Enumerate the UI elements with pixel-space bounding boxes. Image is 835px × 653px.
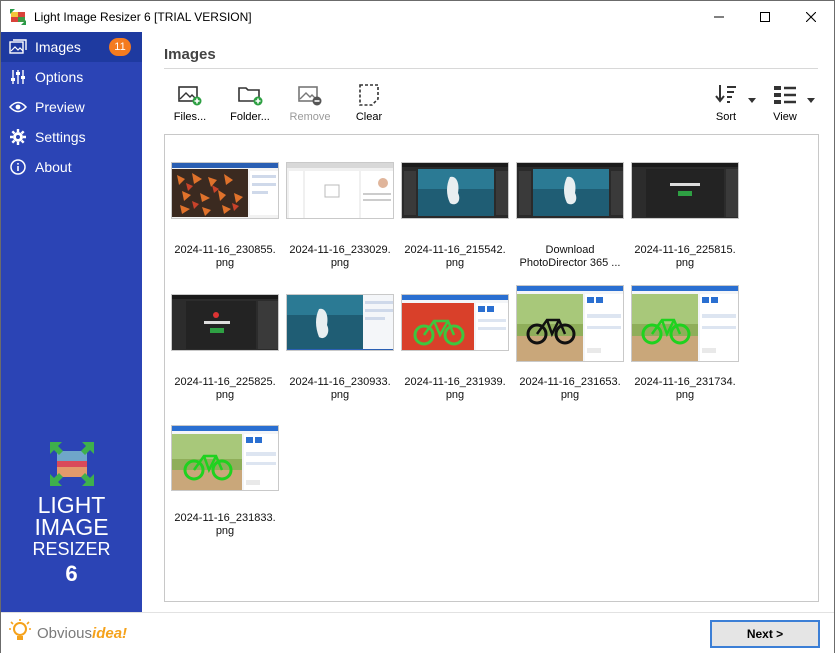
lightbulb-icon — [9, 618, 31, 648]
remove-image-icon — [297, 82, 323, 108]
image-caption: 2024-11-16_231734. png — [634, 376, 736, 401]
sidebar-item-options[interactable]: Options — [1, 62, 142, 92]
logo-line-light: LIGHT — [37, 492, 106, 518]
title-divider — [164, 68, 818, 69]
sidebar-item-preview[interactable]: Preview — [1, 92, 142, 122]
minimize-button[interactable] — [696, 1, 742, 32]
thumbnail-dark-page — [631, 162, 739, 219]
image-caption: 2024-11-16_225825. png — [174, 376, 276, 401]
sliders-icon — [9, 68, 27, 86]
image-caption: 2024-11-16_225815. png — [634, 244, 736, 269]
sidebar-item-label: Preview — [35, 99, 85, 115]
add-image-icon — [177, 82, 203, 108]
image-tile[interactable]: 2024-11-16_230933. png — [286, 294, 396, 414]
view-label: View — [773, 111, 797, 123]
image-tile[interactable]: 2024-11-16_233029. png — [286, 162, 396, 282]
brand-bar[interactable]: Obviousidea! — [1, 612, 142, 653]
thumbnail-dark-page — [171, 294, 279, 351]
logo-line-version: 6 — [65, 561, 78, 586]
close-button[interactable] — [788, 1, 834, 32]
eye-icon — [9, 98, 27, 116]
maximize-button[interactable] — [742, 1, 788, 32]
add-files-button[interactable]: Files... — [172, 82, 208, 124]
image-caption: 2024-11-16_231653. png — [519, 376, 621, 401]
image-caption: Download PhotoDirector 365 ... — [519, 244, 621, 269]
sort-label: Sort — [715, 111, 737, 123]
sort-icon — [713, 82, 739, 108]
thumbnail-bike-red — [401, 294, 509, 351]
page-title: Images — [164, 46, 216, 63]
view-dropdown-arrow-icon[interactable] — [807, 98, 815, 103]
logo-line-resizer: RESIZER — [32, 539, 111, 559]
image-caption: 2024-11-16_230933. png — [289, 376, 391, 401]
thumbnail-dialog — [286, 162, 394, 219]
title-bar: Light Image Resizer 6 [TRIAL VERSION] — [1, 1, 834, 32]
remove-button[interactable]: Remove — [290, 82, 330, 124]
thumbnail-leaves — [171, 162, 279, 219]
app-logo-icon — [10, 8, 26, 25]
image-tile[interactable]: 2024-11-16_231653. png — [516, 285, 626, 405]
image-caption: 2024-11-16_233029. png — [289, 244, 391, 269]
image-tile[interactable]: 2024-11-16_231833. png — [171, 425, 281, 545]
logo-line-image: IMAGE — [34, 514, 109, 540]
remove-label: Remove — [289, 111, 331, 123]
image-caption: 2024-11-16_230855. png — [174, 244, 276, 269]
product-logo: LIGHT IMAGE RESIZER 6 — [1, 442, 142, 585]
thumbnail-bike-green — [171, 425, 279, 491]
images-icon — [9, 38, 27, 56]
clear-label: Clear — [355, 111, 383, 123]
image-tile[interactable]: 2024-11-16_215542. png — [401, 162, 511, 282]
sidebar-item-settings[interactable]: Settings — [1, 122, 142, 152]
clear-icon — [356, 82, 382, 108]
footer-bar: Next > — [142, 612, 834, 653]
gear-icon — [9, 128, 27, 146]
info-icon — [9, 158, 27, 176]
image-tile[interactable]: Download PhotoDirector 365 ... — [516, 162, 626, 282]
image-tile[interactable]: 2024-11-16_225825. png — [171, 294, 281, 414]
image-caption: 2024-11-16_231833. png — [174, 512, 276, 537]
add-folder-button[interactable]: Folder... — [228, 82, 272, 124]
sidebar-item-label: About — [35, 159, 72, 175]
brand-name: Obviousidea! — [37, 624, 128, 642]
sort-dropdown-arrow-icon[interactable] — [748, 98, 756, 103]
folder-label: Folder... — [230, 111, 270, 123]
clear-button[interactable]: Clear — [354, 82, 384, 124]
image-tile[interactable]: 2024-11-16_230855. png — [171, 162, 281, 282]
thumbnail-dark-ocean — [516, 162, 624, 219]
files-label: Files... — [173, 111, 207, 123]
thumbnail-dark-ocean — [401, 162, 509, 219]
image-caption: 2024-11-16_231939. png — [404, 376, 506, 401]
sidebar-item-about[interactable]: About — [1, 152, 142, 182]
resizer-logo-icon — [49, 442, 94, 486]
add-folder-icon — [237, 82, 263, 108]
sidebar-item-label: Images — [35, 39, 81, 55]
image-tile[interactable]: 2024-11-16_231734. png — [631, 285, 741, 405]
image-caption: 2024-11-16_215542. png — [404, 244, 506, 269]
thumbnail-bike-black — [516, 285, 624, 362]
view-list-icon — [772, 82, 798, 108]
sidebar-item-label: Options — [35, 69, 84, 85]
window-title: Light Image Resizer 6 [TRIAL VERSION] — [34, 9, 252, 24]
view-button[interactable]: View — [770, 82, 800, 124]
thumbnail-ocean — [286, 294, 394, 351]
sidebar: Images 11 Options Preview Settings About… — [1, 32, 142, 612]
image-tile[interactable]: 2024-11-16_231939. png — [401, 294, 511, 414]
sidebar-item-images[interactable]: Images 11 — [1, 32, 142, 62]
next-button[interactable]: Next > — [710, 620, 820, 648]
image-grid: 2024-11-16_230855. png 2024-11-16_233029… — [164, 134, 819, 602]
image-tile[interactable]: 2024-11-16_225815. png — [631, 162, 741, 282]
thumbnail-bike-green — [631, 285, 739, 362]
sort-button[interactable]: Sort — [710, 82, 742, 124]
sidebar-item-label: Settings — [35, 129, 86, 145]
main-panel: Images Files... Folder... Remove Clear S… — [142, 32, 834, 612]
app-window: Light Image Resizer 6 [TRIAL VERSION] Im… — [0, 0, 835, 653]
images-count-badge: 11 — [109, 38, 131, 56]
